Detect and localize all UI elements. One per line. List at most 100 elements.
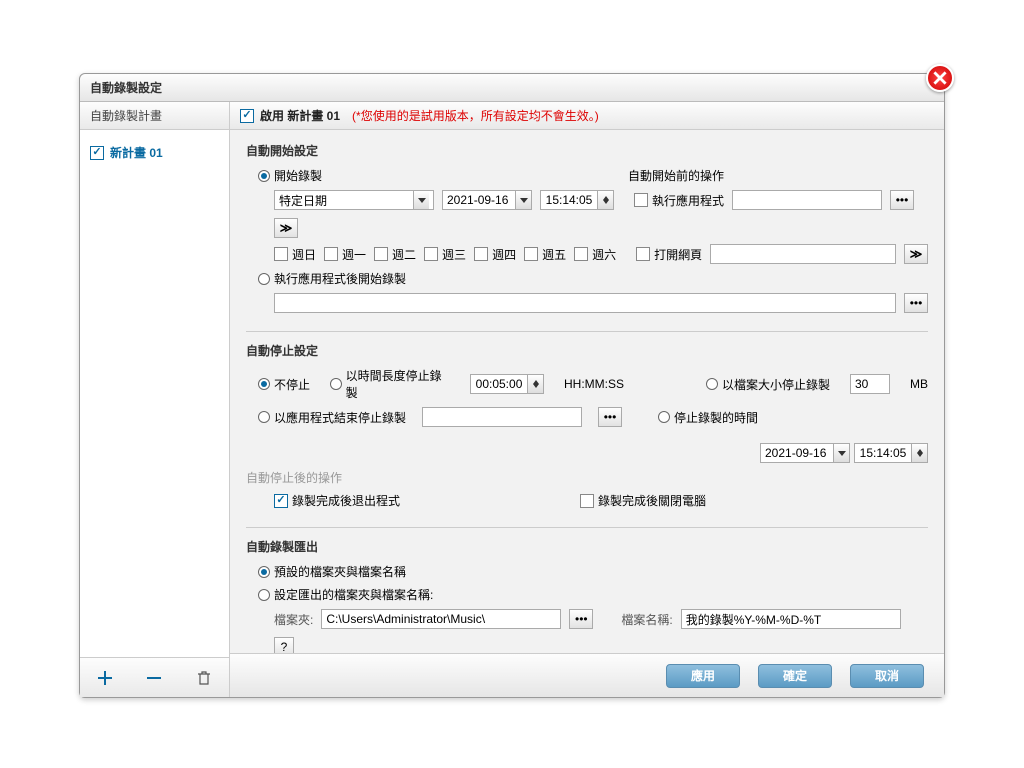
ok-button[interactable]: 確定 (758, 664, 832, 688)
browse-after-app-button[interactable]: ••• (904, 293, 928, 313)
browse-app-end-button[interactable]: ••• (598, 407, 622, 427)
delete-plan-button[interactable] (190, 664, 218, 692)
date-mode-select[interactable] (274, 190, 434, 210)
spinner-buttons[interactable] (527, 375, 543, 393)
apply-button[interactable]: 應用 (666, 664, 740, 688)
checkbox-icon (474, 247, 488, 261)
radio-start-recording[interactable]: 開始錄製 (258, 167, 322, 184)
radio-stop-time[interactable]: 停止錄製的時間 (658, 409, 758, 426)
folder-label: 檔案夾: (274, 611, 313, 628)
sidebar: 自動錄製計畫 新計畫 01 (80, 102, 230, 697)
add-plan-button[interactable] (91, 664, 119, 692)
check-quit-after[interactable]: 錄製完成後退出程式 (274, 492, 400, 509)
radio-start-label: 開始錄製 (274, 167, 322, 184)
day-tue[interactable]: 週二 (374, 246, 416, 263)
day-fri[interactable]: 週五 (524, 246, 566, 263)
date-value[interactable] (443, 191, 515, 209)
close-button[interactable] (926, 64, 954, 92)
calendar-dropdown-icon[interactable] (515, 191, 531, 209)
checkbox-icon (424, 247, 438, 261)
check-shutdown-after[interactable]: 錄製完成後關閉電腦 (580, 492, 706, 509)
trash-icon (195, 669, 213, 687)
radio-icon (258, 170, 270, 182)
spinner-buttons[interactable] (911, 444, 927, 462)
pre-action-label: 自動開始前的操作 (628, 167, 928, 184)
enable-plan-label: 啟用 新計畫 01 (260, 107, 340, 124)
time-spinner[interactable] (540, 190, 614, 210)
minus-icon (145, 669, 163, 687)
run-app-input[interactable] (732, 190, 882, 210)
enable-plan-checkbox[interactable] (240, 109, 254, 123)
main-header: 啟用 新計畫 01 (*您使用的是試用版本，所有設定均不會生效。) (230, 102, 944, 130)
date-picker[interactable] (442, 190, 532, 210)
auto-start-title: 自動開始設定 (246, 142, 928, 159)
section-export: 自動錄製匯出 預設的檔案夾與檔案名稱 設定匯出的檔案夾與檔案名稱: (246, 538, 928, 653)
open-web-input[interactable] (710, 244, 896, 264)
sidebar-toolbar (80, 657, 229, 697)
day-sat[interactable]: 週六 (574, 246, 616, 263)
browse-app-button[interactable]: ••• (890, 190, 914, 210)
day-mon[interactable]: 週一 (324, 246, 366, 263)
radio-stop-duration[interactable]: 以時間長度停止錄製 (330, 367, 450, 401)
radio-icon (258, 566, 270, 578)
duration-spinner[interactable] (470, 374, 544, 394)
stop-date-picker[interactable] (760, 443, 850, 463)
checkbox-icon (634, 193, 648, 207)
day-wed[interactable]: 週三 (424, 246, 466, 263)
sidebar-item-label: 新計畫 01 (110, 144, 163, 161)
sidebar-item-plan[interactable]: 新計畫 01 (80, 138, 229, 167)
radio-export-default[interactable]: 預設的檔案夾與檔案名稱 (258, 563, 406, 580)
calendar-dropdown-icon[interactable] (833, 444, 849, 462)
duration-hint: HH:MM:SS (564, 377, 624, 391)
after-app-path-input[interactable] (274, 293, 896, 313)
checkbox-icon (374, 247, 388, 261)
open-web-label: 打開網頁 (654, 246, 702, 263)
radio-stop-size[interactable]: 以檔案大小停止錄製 (706, 376, 830, 393)
browse-folder-button[interactable]: ••• (569, 609, 593, 629)
titlebar: 自動錄製設定 (80, 74, 944, 102)
day-sun[interactable]: 週日 (274, 246, 316, 263)
cancel-button[interactable]: 取消 (850, 664, 924, 688)
date-mode-value[interactable] (275, 191, 413, 209)
stop-time-spinner[interactable] (854, 443, 928, 463)
radio-stop-app-end[interactable]: 以應用程式結束停止錄製 (258, 409, 406, 426)
chevron-down-icon[interactable] (413, 191, 429, 209)
checkbox-icon (324, 247, 338, 261)
checkbox-icon (574, 247, 588, 261)
sidebar-list: 新計畫 01 (80, 130, 229, 657)
export-title: 自動錄製匯出 (246, 538, 928, 555)
auto-stop-title: 自動停止設定 (246, 342, 928, 359)
stop-date-value[interactable] (761, 444, 833, 462)
radio-icon (258, 378, 270, 390)
section-auto-start: 自動開始設定 開始錄製 自動開始前的操作 (246, 142, 928, 332)
section-auto-stop: 自動停止設定 不停止 以時間長度停止錄製 (246, 342, 928, 528)
filename-help-button[interactable]: ? (274, 637, 294, 653)
remove-plan-button[interactable] (140, 664, 168, 692)
radio-icon (258, 273, 270, 285)
size-input[interactable] (850, 374, 890, 394)
radio-icon (330, 378, 342, 390)
spinner-buttons[interactable] (597, 191, 613, 209)
open-web-checkbox[interactable]: 打開網頁 (636, 246, 702, 263)
plus-icon (96, 669, 114, 687)
open-web-go-button[interactable]: ≫ (904, 244, 928, 264)
radio-export-custom[interactable]: 設定匯出的檔案夾與檔案名稱: (258, 586, 433, 603)
duration-value[interactable] (471, 375, 527, 393)
dialog-footer: 應用 確定 取消 (230, 653, 944, 697)
stop-time-value[interactable] (855, 444, 911, 462)
radio-after-app[interactable]: 執行應用程式後開始錄製 (258, 270, 406, 287)
plan-checkbox-icon[interactable] (90, 146, 104, 160)
radio-icon (258, 411, 270, 423)
run-app-checkbox[interactable]: 執行應用程式 (634, 192, 724, 209)
dialog-window: 自動錄製設定 自動錄製計畫 新計畫 01 (79, 73, 945, 698)
app-end-input[interactable] (422, 407, 582, 427)
radio-no-stop[interactable]: 不停止 (258, 376, 310, 393)
time-value[interactable] (541, 191, 597, 209)
filename-input[interactable] (681, 609, 901, 629)
folder-input[interactable] (321, 609, 561, 629)
run-app-label: 執行應用程式 (652, 192, 724, 209)
close-icon (933, 71, 947, 85)
day-thu[interactable]: 週四 (474, 246, 516, 263)
run-app-go-button[interactable]: ≫ (274, 218, 298, 238)
radio-icon (658, 411, 670, 423)
